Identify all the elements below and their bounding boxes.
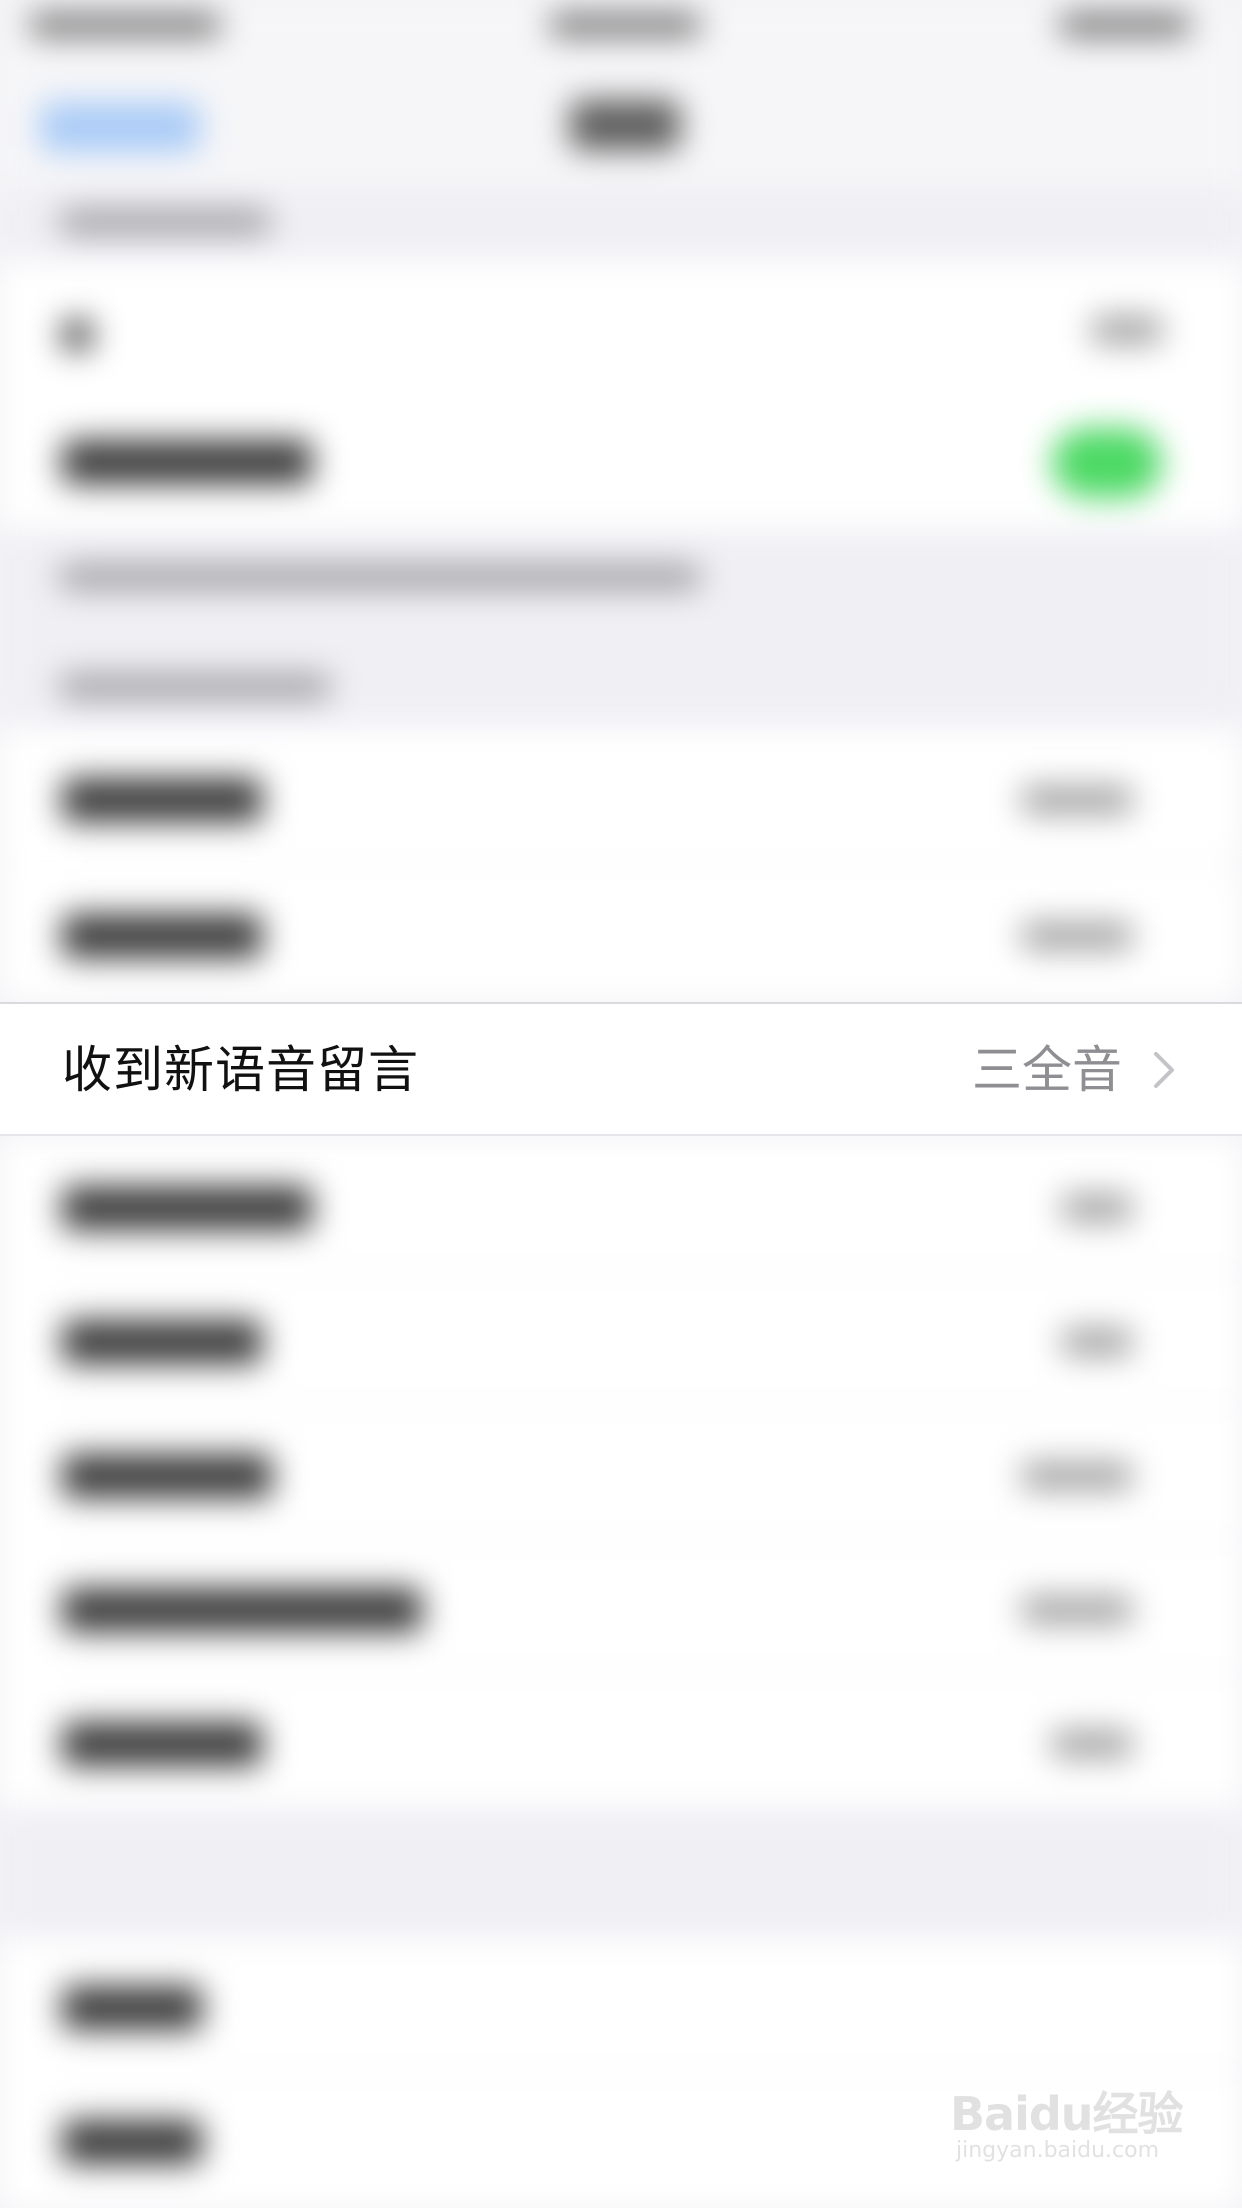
- row-label: [62, 778, 262, 822]
- settings-row[interactable]: [0, 866, 1242, 1000]
- selected-sound-value: 三全音: [972, 1041, 1122, 1099]
- status-bar-battery: [1060, 14, 1190, 36]
- toggle-row[interactable]: [0, 390, 1242, 530]
- row-value: [1022, 1596, 1132, 1624]
- row-label: [62, 1320, 262, 1364]
- row-label: [62, 914, 262, 958]
- section-header-1: [0, 190, 1242, 260]
- section-header-text: [60, 210, 270, 234]
- chevron-right-icon: [1154, 1052, 1174, 1088]
- settings-row[interactable]: [0, 1674, 1242, 1808]
- row-value: [1022, 922, 1132, 950]
- row-label: [62, 320, 92, 350]
- settings-row[interactable]: [0, 1540, 1242, 1674]
- baidu-jingyan-watermark: Baidu经验 jingyan.baidu.com: [950, 2070, 1190, 2180]
- row-value: [1062, 1328, 1132, 1356]
- status-bar-carrier: [30, 14, 220, 36]
- row-label: [62, 1722, 262, 1766]
- footer-note-text: [60, 565, 700, 589]
- watermark-url: jingyan.baidu.com: [956, 2138, 1160, 2163]
- row-value: [1022, 1462, 1132, 1490]
- status-bar-time: [550, 14, 700, 36]
- row-label: [62, 1454, 272, 1498]
- navigation-bar: [0, 60, 1242, 190]
- new-voicemail-sound-row[interactable]: 收到新语音留言 三全音: [0, 1002, 1242, 1136]
- nav-title: [570, 100, 680, 150]
- status-bar: [0, 0, 1242, 60]
- back-button[interactable]: [40, 102, 200, 152]
- sound-settings-screen: 收到新语音留言 三全音 Baidu经验 jingyan.baidu.com: [0, 0, 1242, 2208]
- row-value: [1052, 1730, 1132, 1758]
- row-label: [62, 1186, 312, 1230]
- row-separator: [62, 863, 1242, 864]
- row-value: [1092, 316, 1162, 344]
- settings-row[interactable]: [0, 1406, 1242, 1540]
- row-value: [1062, 1194, 1132, 1222]
- row-label: [62, 440, 312, 484]
- new-voicemail-label: 收到新语音留言: [62, 1041, 419, 1099]
- settings-row[interactable]: [0, 730, 1242, 864]
- toggle-switch[interactable]: [1052, 428, 1162, 498]
- section-header-text: [60, 675, 330, 699]
- settings-row[interactable]: [0, 260, 1242, 390]
- settings-row[interactable]: [0, 1272, 1242, 1406]
- settings-row[interactable]: [0, 1138, 1242, 1272]
- settings-row[interactable]: [0, 1938, 1242, 2072]
- row-label: [62, 1588, 422, 1632]
- section-footer-note: [0, 530, 1242, 720]
- row-label: [62, 1986, 202, 2030]
- section-gap: [0, 1808, 1242, 1938]
- row-value: [1022, 786, 1132, 814]
- row-label: [62, 2120, 202, 2164]
- watermark-logo: Baidu经验: [950, 2087, 1184, 2141]
